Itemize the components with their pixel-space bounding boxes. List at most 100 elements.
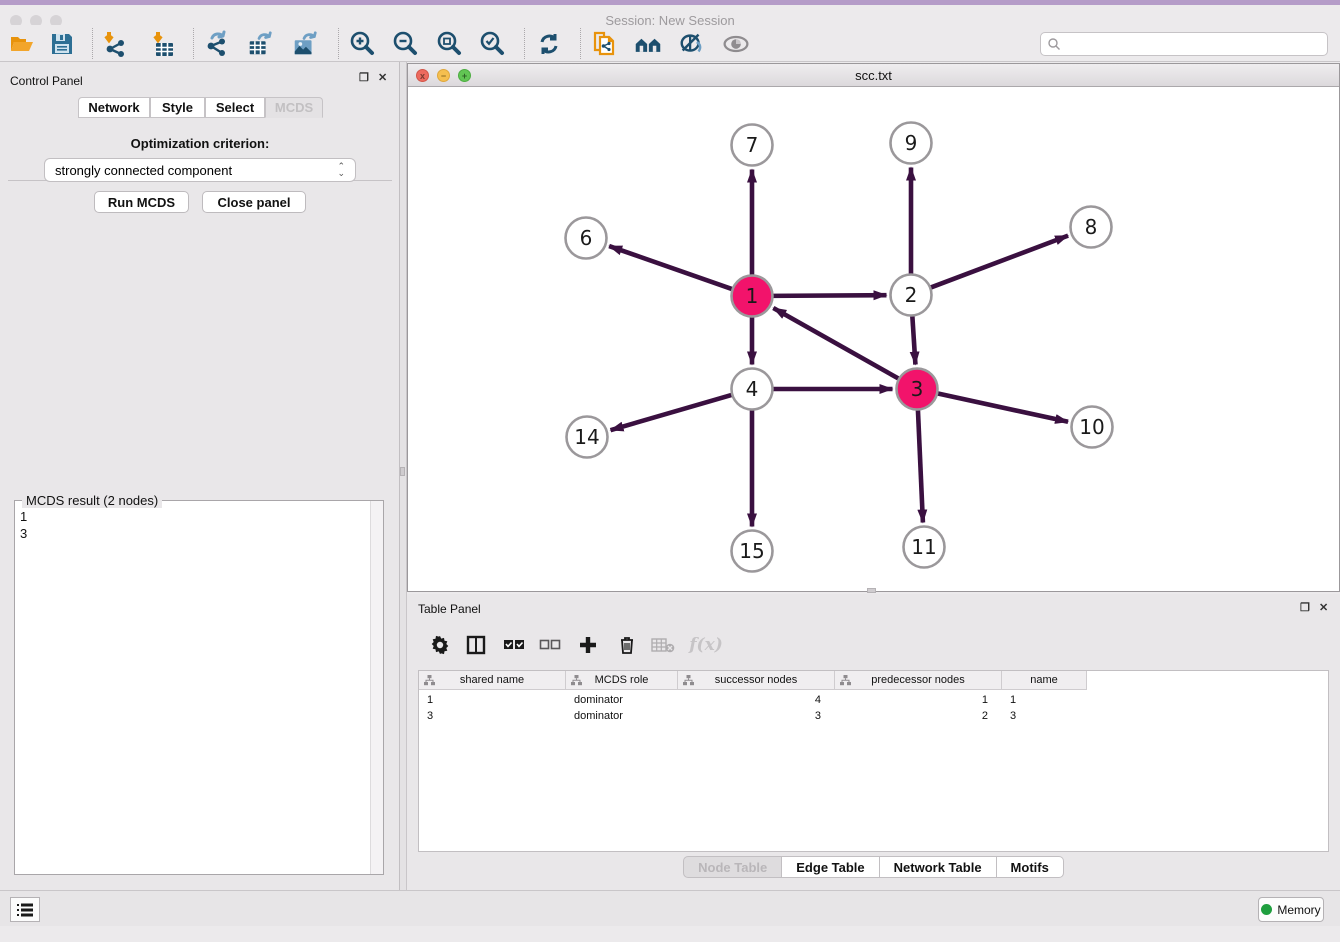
column-type-icon <box>840 675 851 686</box>
result-scrollbar[interactable] <box>370 501 383 874</box>
table-cell[interactable]: dominator <box>566 708 678 724</box>
column-header-label: MCDS role <box>595 674 649 686</box>
network-graph: 7968124314101511 <box>408 87 1339 591</box>
edge-3-1[interactable] <box>773 308 901 380</box>
table-panel-title: Table Panel <box>418 602 481 616</box>
close-panel-button[interactable]: Close panel <box>202 191 306 213</box>
optimization-criterion-select[interactable]: strongly connected component ⌃⌄ <box>44 158 356 182</box>
function-builder-icon[interactable]: f(x) <box>687 632 725 658</box>
column-type-icon <box>571 675 582 686</box>
table-cell[interactable]: 1 <box>1002 692 1087 708</box>
edge-1-6[interactable] <box>609 246 734 290</box>
open-session-icon[interactable] <box>8 30 36 58</box>
column-header-MCDS-role[interactable]: MCDS role <box>566 671 678 690</box>
export-image-icon[interactable] <box>291 30 319 58</box>
refresh-layout-icon[interactable] <box>535 30 563 58</box>
deselect-all-icon[interactable] <box>537 632 563 658</box>
first-neighbors-icon[interactable] <box>634 30 662 58</box>
column-header-name[interactable]: name <box>1002 671 1087 690</box>
tab-edge-table[interactable]: Edge Table <box>782 856 879 878</box>
search-field[interactable] <box>1040 32 1328 56</box>
table-settings-icon[interactable] <box>427 632 453 658</box>
node-table: shared name MCDS role successor nodes prede… <box>418 670 1329 852</box>
zoom-selected-icon[interactable] <box>478 30 506 58</box>
column-type-icon <box>683 675 694 686</box>
edge-1-2[interactable] <box>770 295 886 296</box>
mcds-result-content[interactable]: 1 3 <box>20 508 360 542</box>
close-table-panel-icon[interactable]: ✕ <box>1319 601 1328 614</box>
table-cell[interactable]: 1 <box>419 692 566 708</box>
window-titlebar: Session: New Session <box>0 5 1340 25</box>
tab-network-table[interactable]: Network Table <box>880 856 997 878</box>
memory-button[interactable]: Memory <box>1258 897 1324 922</box>
tab-motifs[interactable]: Motifs <box>997 856 1064 878</box>
tab-select[interactable]: Select <box>205 97 265 118</box>
table-panel: Table Panel ❐ ✕ f(x) shared name MCDS rol… <box>407 594 1340 890</box>
node-label-10: 10 <box>1079 415 1104 439</box>
edge-3-11[interactable] <box>918 407 923 522</box>
run-mcds-button[interactable]: Run MCDS <box>94 191 189 213</box>
node-label-6: 6 <box>580 226 593 250</box>
network-splitter-grip[interactable] <box>867 588 876 593</box>
save-session-icon[interactable] <box>48 30 76 58</box>
column-header-label: successor nodes <box>715 674 798 686</box>
task-history-button[interactable] <box>10 897 40 922</box>
table-cell[interactable]: 4 <box>678 692 835 708</box>
table-toolbar: f(x) <box>417 628 1330 664</box>
control-panel: Control Panel ❐ ✕ Network Style Select M… <box>0 62 400 890</box>
edge-4-14[interactable] <box>611 394 735 430</box>
search-input[interactable] <box>1061 37 1327 51</box>
mcds-result-box <box>14 500 384 875</box>
toolbar-separator <box>580 28 581 59</box>
zoom-fit-icon[interactable] <box>435 30 463 58</box>
import-table-icon[interactable] <box>150 30 178 58</box>
column-header-label: shared name <box>460 674 524 686</box>
export-network-icon[interactable] <box>203 30 231 58</box>
node-label-14: 14 <box>574 425 599 449</box>
edge-2-3[interactable] <box>912 313 915 364</box>
table-row[interactable]: 1dominator411 <box>419 692 1087 708</box>
table-cell[interactable]: 3 <box>419 708 566 724</box>
node-label-1: 1 <box>746 284 759 308</box>
table-cell[interactable]: 1 <box>835 692 1002 708</box>
delete-column-icon[interactable] <box>614 632 640 658</box>
tab-network[interactable]: Network <box>78 97 150 118</box>
select-stepper-icon: ⌃⌄ <box>337 163 345 177</box>
edge-3-10[interactable] <box>935 393 1068 422</box>
duplicate-network-icon[interactable] <box>590 30 618 58</box>
table-cell[interactable]: dominator <box>566 692 678 708</box>
delete-table-icon[interactable] <box>650 632 676 658</box>
tab-mcds[interactable]: MCDS <box>265 97 323 118</box>
network-window-titlebar: x − + scc.txt <box>408 64 1339 87</box>
node-label-11: 11 <box>911 535 936 559</box>
zoom-out-icon[interactable] <box>391 30 419 58</box>
close-panel-icon[interactable]: ✕ <box>378 71 387 84</box>
column-header-predecessor-nodes[interactable]: predecessor nodes <box>835 671 1002 690</box>
zoom-in-icon[interactable] <box>348 30 376 58</box>
network-canvas[interactable]: 7968124314101511 <box>408 87 1339 591</box>
export-table-icon[interactable] <box>246 30 274 58</box>
table-cell[interactable]: 3 <box>1002 708 1087 724</box>
import-network-icon[interactable] <box>101 30 129 58</box>
column-header-successor-nodes[interactable]: successor nodes <box>678 671 835 690</box>
float-table-panel-icon[interactable]: ❐ <box>1300 601 1310 614</box>
table-row[interactable]: 3dominator323 <box>419 708 1087 724</box>
table-cell[interactable]: 2 <box>835 708 1002 724</box>
status-bar: Memory <box>0 890 1340 926</box>
select-all-icon[interactable] <box>501 632 527 658</box>
control-panel-title: Control Panel <box>10 74 83 88</box>
column-header-shared-name[interactable]: shared name <box>419 671 566 690</box>
birdseye-icon[interactable] <box>722 30 750 58</box>
edge-2-8[interactable] <box>928 236 1068 289</box>
tab-style[interactable]: Style <box>150 97 205 118</box>
splitter-grip[interactable] <box>400 467 405 476</box>
float-panel-icon[interactable]: ❐ <box>359 71 369 84</box>
table-cell[interactable]: 3 <box>678 708 835 724</box>
toolbar-separator <box>524 28 525 59</box>
add-column-icon[interactable] <box>575 632 601 658</box>
column-visibility-icon[interactable] <box>463 632 489 658</box>
panel-splitter[interactable] <box>400 62 407 890</box>
node-label-4: 4 <box>746 377 759 401</box>
tab-node-table[interactable]: Node Table <box>683 856 782 878</box>
hide-labels-icon[interactable] <box>678 30 706 58</box>
